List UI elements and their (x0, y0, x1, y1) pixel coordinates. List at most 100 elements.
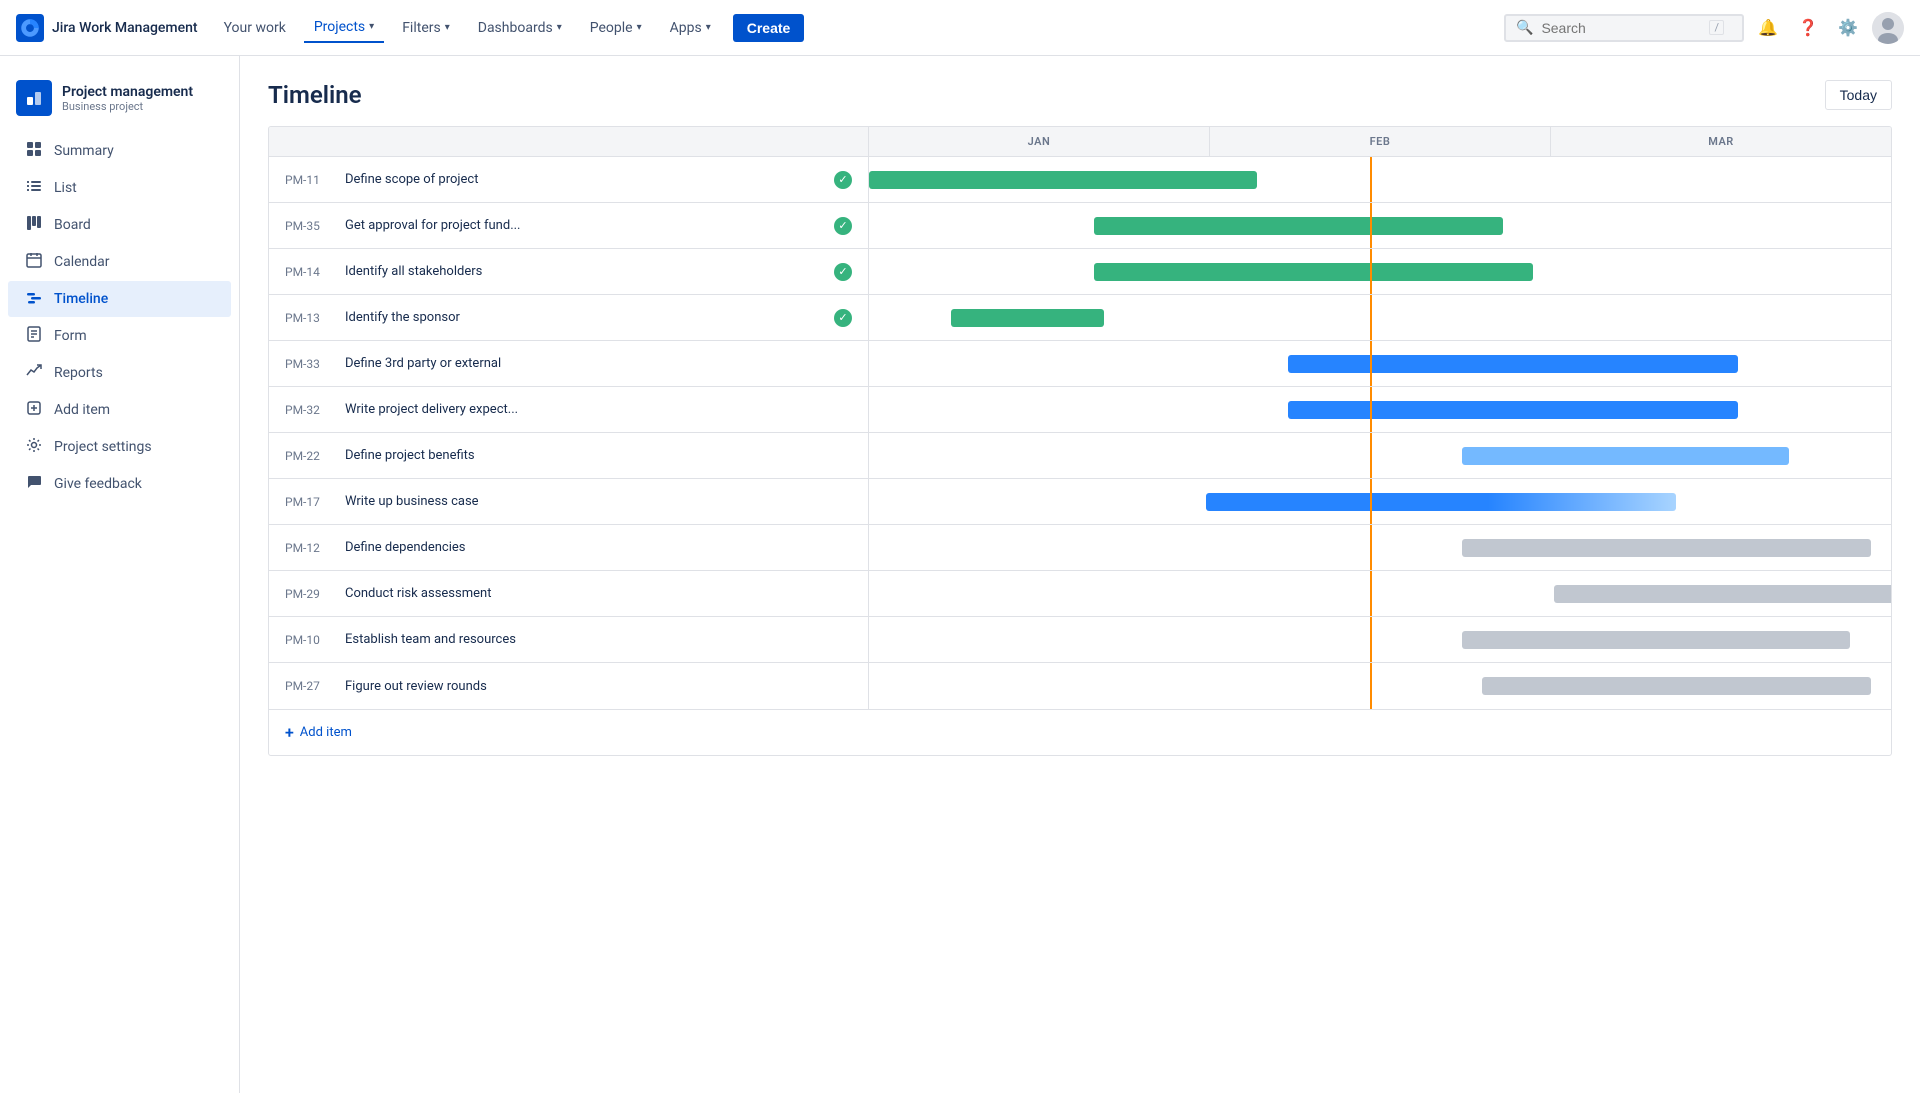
notifications-button[interactable]: 🔔 (1752, 12, 1784, 44)
today-line (1370, 525, 1372, 570)
sidebar-item-reports[interactable]: Reports (8, 355, 231, 391)
task-name[interactable]: Define project benefits (345, 448, 852, 463)
gantt-area (869, 433, 1891, 478)
task-name[interactable]: Identify all stakeholders (345, 264, 822, 279)
gantt-area (869, 341, 1891, 386)
timeline-icon (24, 289, 44, 309)
sidebar-item-give-feedback[interactable]: Give feedback (8, 466, 231, 502)
sidebar-item-form[interactable]: Form (8, 318, 231, 354)
gantt-bar[interactable] (869, 171, 1257, 189)
board-icon (24, 215, 44, 235)
gantt-area (869, 617, 1891, 662)
sidebar-item-label-project-settings: Project settings (54, 439, 152, 455)
gantt-area (869, 571, 1891, 616)
task-name[interactable]: Write up business case (345, 494, 852, 509)
timeline-row-label: PM-14 Identify all stakeholders ✓ (269, 249, 869, 294)
sidebar-item-label-timeline: Timeline (54, 291, 108, 307)
sidebar-item-timeline[interactable]: Timeline (8, 281, 231, 317)
gantt-bar[interactable] (1462, 631, 1850, 649)
gantt-bar[interactable] (1288, 355, 1738, 373)
today-line (1370, 571, 1372, 616)
timeline-row: PM-14 Identify all stakeholders ✓ (269, 249, 1891, 295)
gantt-bar[interactable] (1288, 401, 1738, 419)
help-button[interactable]: ❓ (1792, 12, 1824, 44)
sidebar-item-calendar[interactable]: Calendar (8, 244, 231, 280)
timeline-add-item[interactable]: + Add item (269, 709, 1891, 755)
settings-button[interactable]: ⚙️ (1832, 12, 1864, 44)
projects-chevron-icon: ▾ (369, 21, 374, 32)
gantt-bar[interactable] (1462, 539, 1871, 557)
gantt-area (869, 663, 1891, 709)
avatar[interactable] (1872, 12, 1904, 44)
project-info: Project management Business project (62, 84, 193, 113)
sidebar-item-label-list: List (54, 180, 77, 196)
search-box[interactable]: 🔍 / (1504, 14, 1744, 42)
task-name[interactable]: Define 3rd party or external (345, 356, 852, 371)
timeline-rows: PM-11 Define scope of project ✓ PM-35 Ge… (269, 157, 1891, 709)
sidebar-item-summary[interactable]: Summary (8, 133, 231, 169)
top-navigation: Jira Work Management Your work Projects … (0, 0, 1920, 56)
task-id: PM-22 (285, 449, 333, 463)
task-id: PM-33 (285, 357, 333, 371)
task-name[interactable]: Establish team and resources (345, 632, 852, 647)
today-line (1370, 157, 1372, 202)
timeline-row-label: PM-35 Get approval for project fund... ✓ (269, 203, 869, 248)
project-name: Project management (62, 84, 193, 100)
timeline-label-header (269, 127, 869, 156)
task-name[interactable]: Write project delivery expect... (345, 402, 852, 417)
task-name[interactable]: Conduct risk assessment (345, 586, 852, 601)
task-status-done-icon: ✓ (834, 309, 852, 327)
timeline-row: PM-29 Conduct risk assessment (269, 571, 1891, 617)
timeline-month-feb: FEB (1210, 127, 1551, 156)
task-name[interactable]: Define dependencies (345, 540, 852, 555)
sidebar-item-label-reports: Reports (54, 365, 103, 381)
gantt-bar[interactable] (1462, 447, 1789, 465)
nav-dashboards[interactable]: Dashboards ▾ (468, 14, 572, 42)
gantt-bar[interactable] (1554, 585, 1892, 603)
nav-filters[interactable]: Filters ▾ (392, 14, 460, 42)
timeline-row-label: PM-22 Define project benefits (269, 433, 869, 478)
task-name[interactable]: Identify the sponsor (345, 310, 822, 325)
task-status-done-icon: ✓ (834, 263, 852, 281)
task-id: PM-27 (285, 679, 333, 693)
add-item-label: Add item (300, 725, 352, 740)
task-name[interactable]: Figure out review rounds (345, 679, 852, 694)
create-button[interactable]: Create (733, 14, 805, 42)
task-id: PM-12 (285, 541, 333, 555)
timeline-row: PM-32 Write project delivery expect... (269, 387, 1891, 433)
nav-your-work[interactable]: Your work (214, 14, 296, 42)
dashboards-chevron-icon: ▾ (557, 22, 562, 33)
gantt-bar[interactable] (951, 309, 1104, 327)
gantt-area (869, 387, 1891, 432)
sidebar-item-label-form: Form (54, 328, 87, 344)
reports-icon (24, 363, 44, 383)
nav-apps[interactable]: Apps ▾ (660, 14, 721, 42)
search-input[interactable] (1541, 20, 1701, 36)
sidebar-item-add-item[interactable]: Add item (8, 392, 231, 428)
today-line (1370, 663, 1372, 709)
timeline-row: PM-13 Identify the sponsor ✓ (269, 295, 1891, 341)
task-name[interactable]: Define scope of project (345, 172, 822, 187)
gantt-bar[interactable] (1094, 217, 1503, 235)
nav-people[interactable]: People ▾ (580, 14, 652, 42)
main-header: Timeline Today (240, 56, 1920, 126)
app-name: Jira Work Management (52, 20, 198, 36)
sidebar-item-board[interactable]: Board (8, 207, 231, 243)
gantt-bar[interactable] (1206, 493, 1676, 511)
sidebar-item-list[interactable]: List (8, 170, 231, 206)
sidebar-item-project-settings[interactable]: Project settings (8, 429, 231, 465)
task-id: PM-17 (285, 495, 333, 509)
summary-icon (24, 141, 44, 161)
project-type: Business project (62, 100, 193, 113)
today-line (1370, 387, 1372, 432)
people-chevron-icon: ▾ (637, 22, 642, 33)
nav-projects[interactable]: Projects ▾ (304, 13, 384, 43)
timeline-months: JANFEBMAR (869, 127, 1891, 156)
gantt-bar[interactable] (1094, 263, 1533, 281)
gantt-bar[interactable] (1482, 677, 1870, 695)
project-icon (16, 80, 52, 116)
today-button[interactable]: Today (1825, 80, 1892, 110)
task-id: PM-14 (285, 265, 333, 279)
task-name[interactable]: Get approval for project fund... (345, 218, 822, 233)
app-logo[interactable]: Jira Work Management (16, 14, 198, 42)
